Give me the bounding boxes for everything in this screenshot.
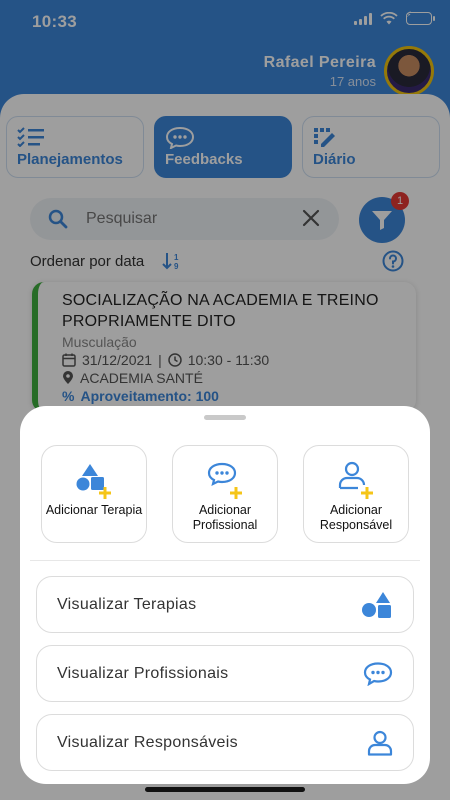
view-therapies-label: Visualizar Terapias bbox=[57, 595, 197, 613]
view-guardians-label: Visualizar Responsáveis bbox=[57, 733, 238, 751]
shapes-icon bbox=[362, 591, 391, 618]
view-professionals-label: Visualizar Profissionais bbox=[57, 664, 229, 682]
add-professional-button[interactable]: Adicionar Profissional bbox=[172, 445, 278, 543]
add-guardian-label: Adicionar Responsável bbox=[319, 503, 393, 532]
person-plus-icon bbox=[338, 461, 373, 499]
sheet-drag-handle[interactable] bbox=[204, 415, 246, 420]
add-actions-grid: Adicionar Terapia Adicionar Profissional… bbox=[41, 445, 409, 543]
shapes-plus-icon bbox=[76, 464, 111, 499]
view-professionals-button[interactable]: Visualizar Profissionais bbox=[36, 645, 414, 702]
chat-bubble-icon bbox=[363, 661, 393, 686]
person-icon bbox=[367, 730, 393, 756]
home-indicator[interactable] bbox=[145, 787, 305, 792]
add-therapy-label: Adicionar Terapia bbox=[45, 503, 143, 517]
chat-plus-icon bbox=[207, 462, 242, 499]
view-therapies-button[interactable]: Visualizar Terapias bbox=[36, 576, 414, 633]
view-guardians-button[interactable]: Visualizar Responsáveis bbox=[36, 714, 414, 771]
add-professional-label: Adicionar Profissional bbox=[192, 503, 258, 532]
add-guardian-button[interactable]: Adicionar Responsável bbox=[303, 445, 409, 543]
sheet-divider bbox=[30, 560, 420, 561]
add-therapy-button[interactable]: Adicionar Terapia bbox=[41, 445, 147, 543]
action-bottom-sheet: Adicionar Terapia Adicionar Profissional… bbox=[20, 406, 430, 784]
